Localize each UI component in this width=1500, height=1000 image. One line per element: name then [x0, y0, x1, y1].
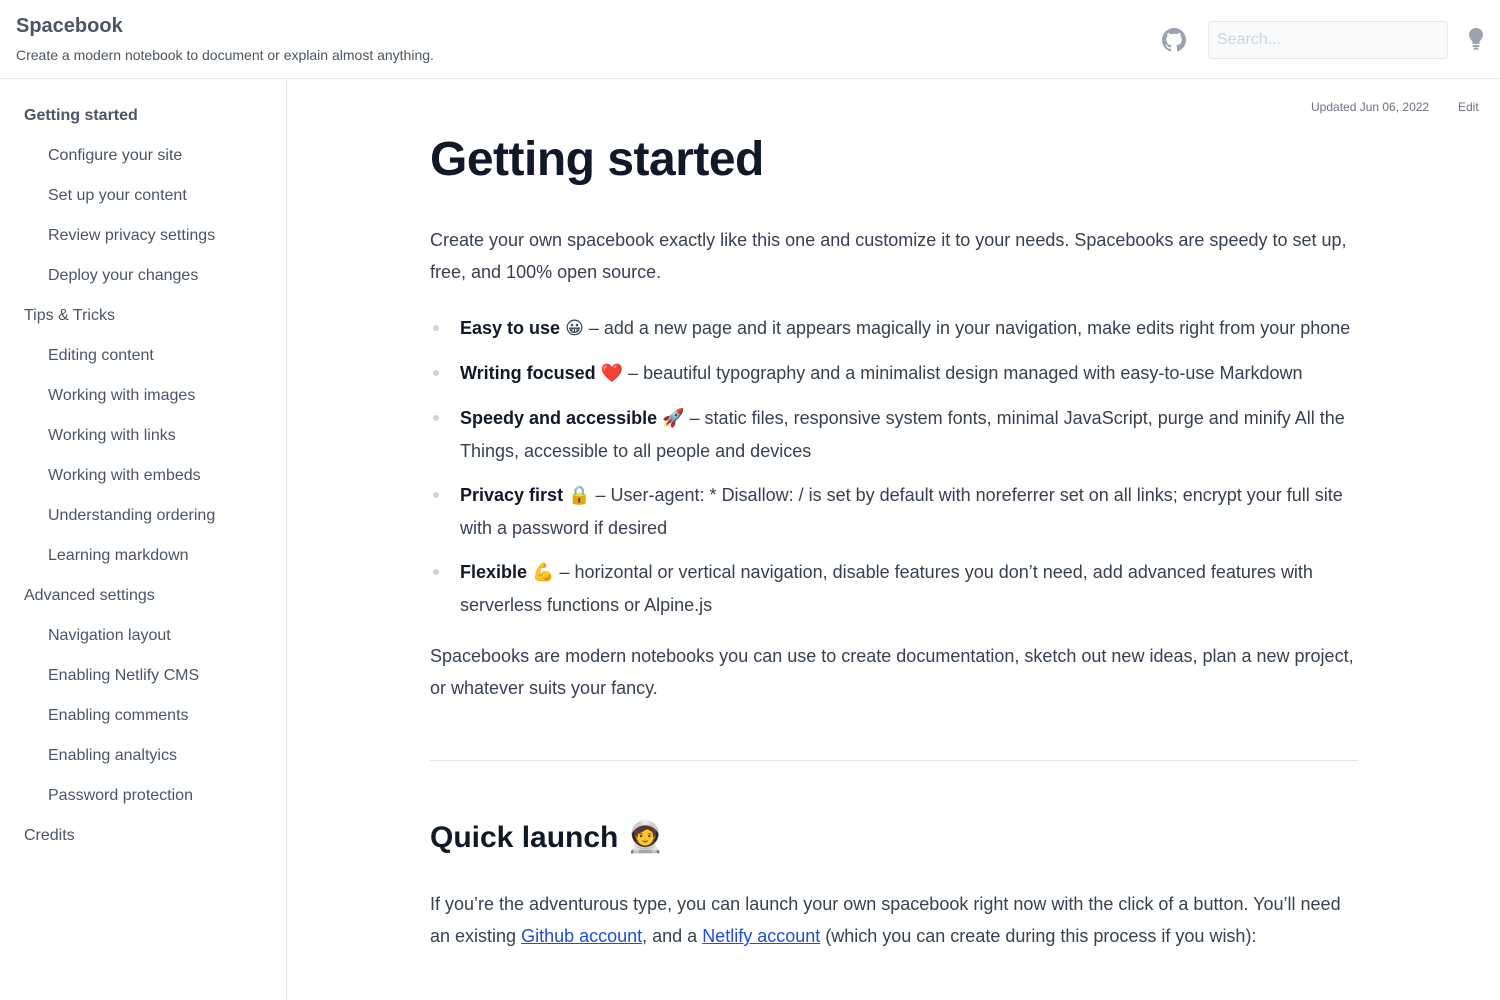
sidebar-item[interactable]: Set up your content: [0, 185, 287, 225]
feature-emoji-icon: 😀: [565, 318, 584, 339]
sidebar-item-label[interactable]: Deploy your changes: [48, 265, 287, 287]
sidebar-item-label[interactable]: Working with images: [48, 385, 287, 407]
feature-name: Speedy and accessible: [460, 408, 658, 428]
site-header: Spacebook Create a modern notebook to do…: [0, 0, 1500, 79]
feature-emoji-icon: 💪: [532, 562, 555, 583]
feature-name: Privacy first: [460, 485, 564, 505]
feature-name: Writing focused: [460, 363, 596, 383]
feature-description: – beautiful typography and a minimalist …: [623, 363, 1303, 383]
sidebar-item[interactable]: Navigation layout: [0, 625, 287, 665]
feature-list: Easy to use 😀 – add a new page and it ap…: [430, 312, 1358, 633]
site-description: Create a modern notebook to document or …: [16, 47, 434, 63]
launch-text-middle: , and a: [642, 926, 703, 946]
sidebar-item[interactable]: Working with images: [0, 385, 287, 425]
github-account-link[interactable]: Github account: [521, 926, 642, 946]
nav-list: Getting started Configure your site Set up…: [0, 105, 287, 865]
sidebar-item-label[interactable]: Review privacy settings: [48, 225, 287, 247]
sidebar-item[interactable]: Understanding ordering: [0, 505, 287, 545]
sidebar-item[interactable]: Enabling analtyics: [0, 745, 287, 785]
sidebar-item[interactable]: Password protection: [0, 785, 287, 825]
sidebar-item-label[interactable]: Working with links: [48, 425, 287, 447]
feature-item: Privacy first 🔒 – User-agent: * Disallow…: [430, 479, 1358, 544]
quick-launch-heading: Quick launch 🧑‍🚀: [430, 816, 664, 860]
sidebar-item[interactable]: Working with embeds: [0, 465, 287, 505]
sidebar-item-label[interactable]: Advanced settings: [24, 585, 287, 607]
feature-item: Flexible 💪 – horizontal or vertical navi…: [430, 556, 1358, 621]
github-icon[interactable]: [1162, 28, 1186, 52]
sidebar-item[interactable]: Getting started: [0, 105, 287, 145]
updated-date: Updated Jun 06, 2022: [1311, 100, 1430, 114]
sidebar-item[interactable]: Advanced settings: [0, 585, 287, 625]
sidebar-item[interactable]: Editing content: [0, 345, 287, 385]
feature-item: Writing focused ❤️ – beautiful typograph…: [430, 357, 1358, 390]
quick-launch-paragraph: If you’re the adventurous type, you can …: [430, 888, 1358, 952]
sidebar-item-label[interactable]: Enabling Netlify CMS: [48, 665, 287, 687]
sidebar-item-label[interactable]: Learning markdown: [48, 545, 287, 567]
netlify-account-link[interactable]: Netlify account: [702, 926, 820, 946]
sidebar-item-label[interactable]: Enabling comments: [48, 705, 287, 727]
intro-paragraph: Create your own spacebook exactly like t…: [430, 230, 1347, 282]
sidebar-nav: Getting started Configure your site Set up…: [0, 79, 287, 1000]
sidebar-item-label[interactable]: Navigation layout: [48, 625, 287, 647]
feature-description: – User-agent: * Disallow: / is set by de…: [460, 485, 1343, 538]
sidebar-item-label[interactable]: Enabling analtyics: [48, 745, 287, 767]
sidebar-item[interactable]: Learning markdown: [0, 545, 287, 585]
sidebar-item-label[interactable]: Getting started: [24, 105, 287, 127]
sidebar-item[interactable]: Tips & Tricks: [0, 305, 287, 345]
search-input[interactable]: [1208, 21, 1448, 59]
launch-text-after: (which you can create during this proces…: [820, 926, 1257, 946]
sidebar-item[interactable]: Working with links: [0, 425, 287, 465]
page-title: Getting started: [430, 133, 764, 186]
feature-emoji-icon: ❤️: [600, 363, 624, 384]
feature-emoji-icon: 🔒: [568, 485, 591, 506]
sidebar-item-label[interactable]: Configure your site: [48, 145, 287, 167]
site-title-link[interactable]: Spacebook: [16, 15, 123, 38]
feature-description: – add a new page and it appears magicall…: [583, 318, 1351, 338]
feature-emoji-icon: 🚀: [662, 408, 685, 429]
sidebar-item-label[interactable]: Tips & Tricks: [24, 305, 287, 327]
sidebar-item[interactable]: Review privacy settings: [0, 225, 287, 265]
feature-name: Easy to use: [460, 318, 561, 338]
feature-item: Easy to use 😀 – add a new page and it ap…: [430, 312, 1358, 345]
astronaut-emoji-icon: 🧑‍🚀: [626, 820, 665, 855]
closing-paragraph: Spacebooks are modern notebooks you can …: [430, 646, 1354, 698]
feature-item: Speedy and accessible 🚀 – static files, …: [430, 402, 1358, 467]
sidebar-item[interactable]: Credits: [0, 825, 287, 865]
sidebar-item[interactable]: Configure your site: [0, 145, 287, 185]
sidebar-item[interactable]: Enabling comments: [0, 705, 287, 745]
sidebar-item-label[interactable]: Set up your content: [48, 185, 287, 207]
section-divider: [430, 760, 1358, 761]
sidebar-item[interactable]: Enabling Netlify CMS: [0, 665, 287, 705]
sidebar-item-label[interactable]: Understanding ordering: [48, 505, 287, 527]
lightbulb-icon[interactable]: [1466, 28, 1486, 50]
sidebar-item-label[interactable]: Credits: [24, 825, 287, 847]
sidebar-item[interactable]: Deploy your changes: [0, 265, 287, 305]
sidebar-item-label[interactable]: Password protection: [48, 785, 287, 807]
feature-name: Flexible: [460, 562, 528, 582]
feature-description: – horizontal or vertical navigation, dis…: [460, 562, 1313, 615]
edit-link[interactable]: Edit: [1458, 100, 1479, 114]
sidebar-item-label[interactable]: Editing content: [48, 345, 287, 367]
sidebar-item-label[interactable]: Working with embeds: [48, 465, 287, 487]
quick-launch-heading-text: Quick launch: [430, 821, 619, 854]
